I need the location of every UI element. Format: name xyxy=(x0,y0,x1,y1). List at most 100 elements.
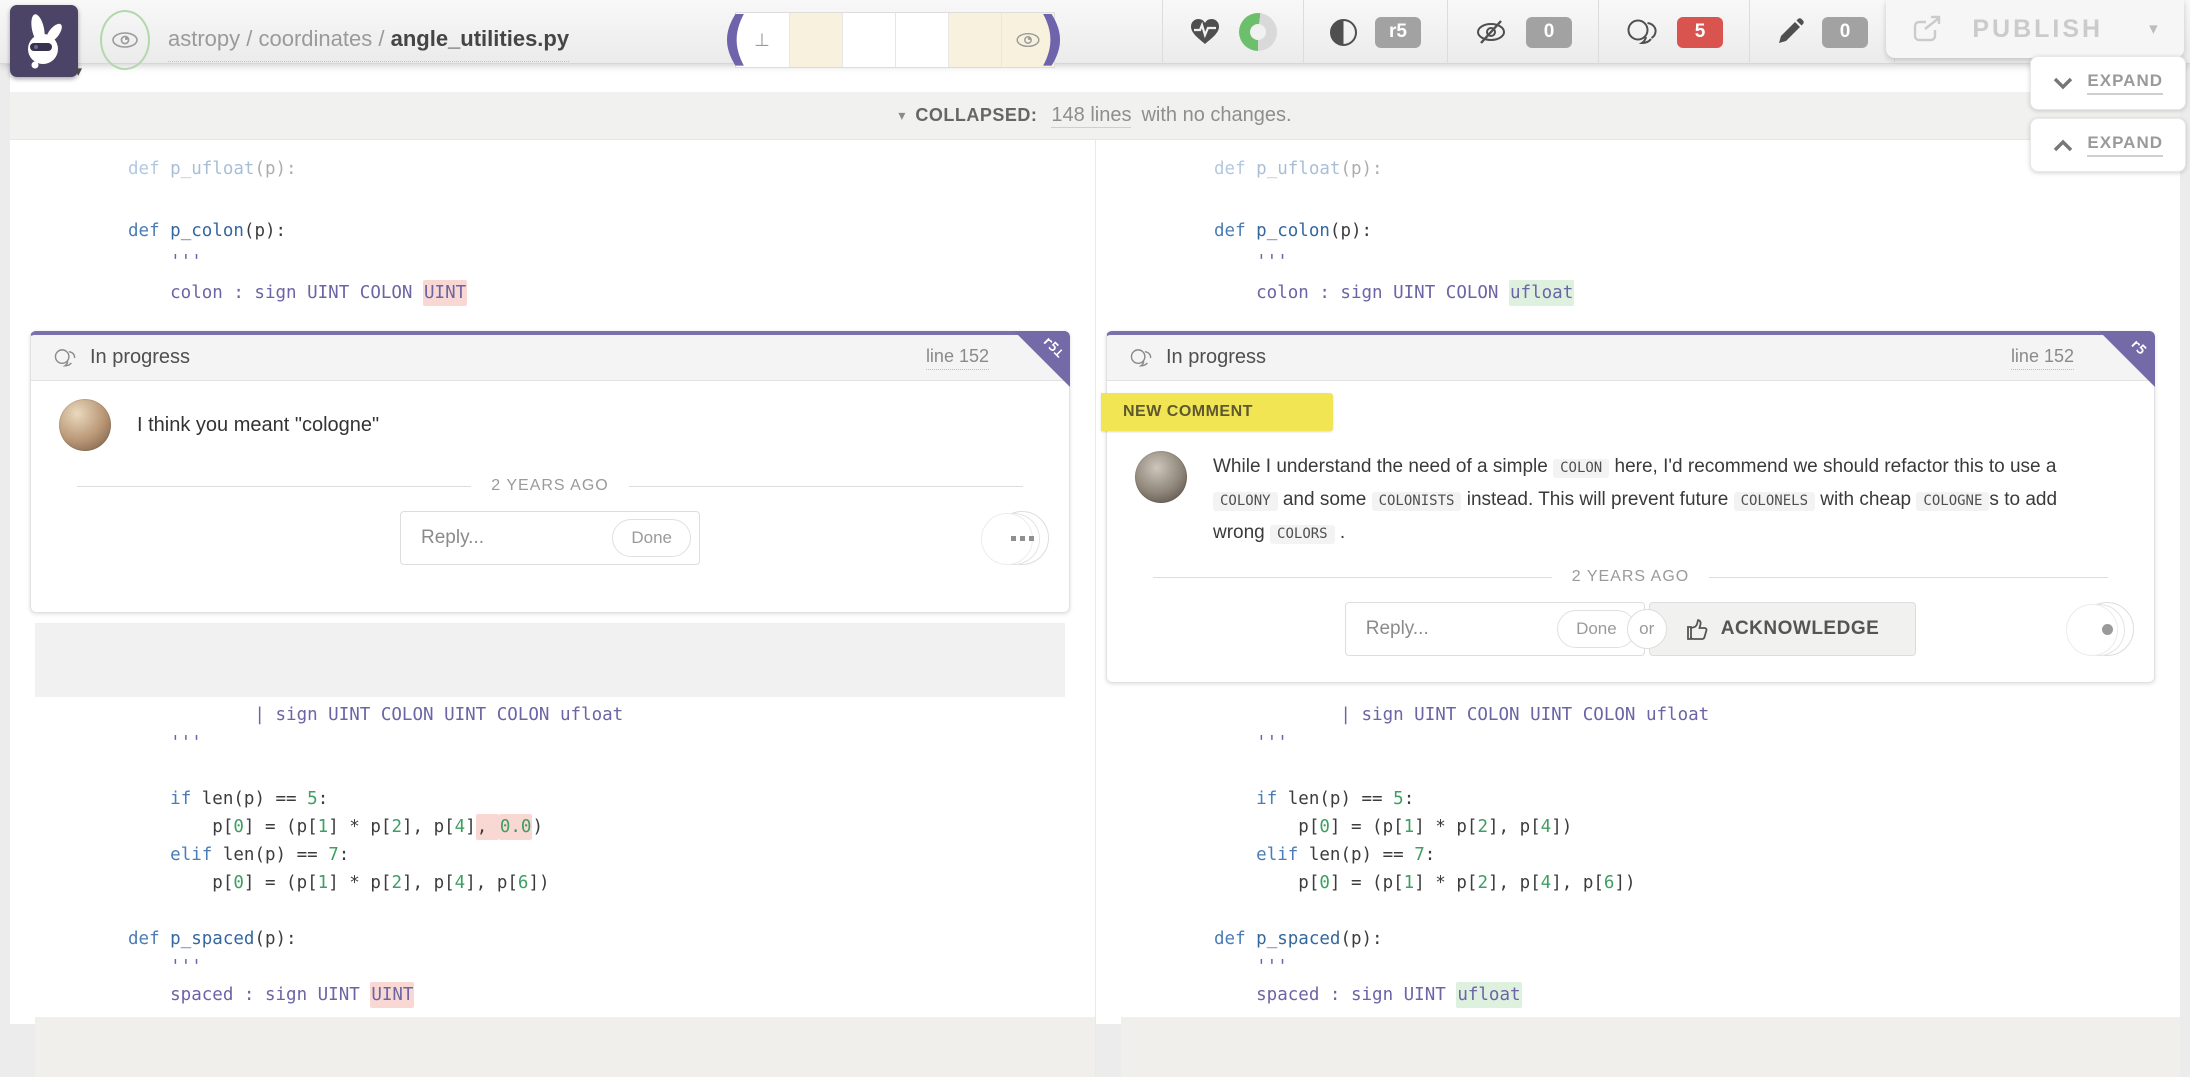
thread-header: In progress line 152 xyxy=(31,335,1069,381)
revision-badge[interactable]: r5 xyxy=(1375,17,1421,48)
review-stats: r5 0 5 xyxy=(1162,0,1895,64)
thread-zone-left: r5⊥ In progress line 152 xyxy=(10,317,1095,697)
ribbon-label: r5 xyxy=(2116,326,2159,369)
reviewable-logo[interactable]: ▾ xyxy=(10,5,78,77)
collapsed-code-region[interactable] xyxy=(1121,1017,2180,1077)
diff-pane-left: def p_ufloat(p): def p_colon(p): ''' col… xyxy=(10,140,1095,1077)
stat-discussions: 5 xyxy=(1598,0,1749,64)
breadcrumb-dir[interactable]: coordinates xyxy=(259,26,373,51)
collapsed-lines-link[interactable]: 148 lines xyxy=(1051,104,1131,128)
collapsed-banner: ▾ COLLAPSED: 148 lines with no changes. xyxy=(10,92,2180,140)
reply-input[interactable] xyxy=(419,526,612,550)
inline-code-chip: COLON xyxy=(1553,459,1609,478)
review-visibility-toggle[interactable] xyxy=(100,10,150,70)
timestamp: 2 YEARS AGO xyxy=(1572,568,1689,586)
matrix-cell-r3[interactable] xyxy=(895,13,948,67)
matrix-close-paren: ) xyxy=(1039,11,1066,65)
revision-ribbon[interactable]: r5 xyxy=(2099,331,2155,387)
collapsed-label: COLLAPSED: xyxy=(915,105,1037,126)
discussions-badge[interactable]: 5 xyxy=(1677,17,1723,48)
matrix-cell-r1[interactable] xyxy=(789,13,842,67)
eye-off-icon[interactable] xyxy=(1474,19,1508,45)
timestamp-divider: 2 YEARS AGO xyxy=(1153,568,2108,586)
reply-input[interactable] xyxy=(1364,617,1557,641)
inline-code-chip: COLONELS xyxy=(1734,492,1815,511)
breadcrumb-separator: / xyxy=(372,26,390,51)
inline-code-chip: COLONISTS xyxy=(1372,492,1462,511)
expand-down-button[interactable]: EXPAND xyxy=(2030,56,2186,110)
comment-bubble-icon xyxy=(53,348,77,368)
matrix-open-paren: ( xyxy=(722,11,749,65)
code-block: def p_ufloat(p): def p_colon(p): ''' col… xyxy=(1096,140,2180,317)
revision-ribbon[interactable]: r5⊥ xyxy=(1014,331,1070,387)
collapsed-code-region[interactable] xyxy=(35,1017,1095,1077)
contrast-icon[interactable] xyxy=(1330,19,1357,46)
avatar xyxy=(1135,451,1187,503)
progress-donut-icon[interactable] xyxy=(1239,13,1277,51)
stat-health xyxy=(1162,0,1303,64)
or-separator[interactable]: or xyxy=(1627,609,1667,649)
thread-status: In progress xyxy=(1166,346,1266,369)
collapsed-code-region[interactable] xyxy=(35,623,1065,697)
breadcrumb-file[interactable]: angle_utilities.py xyxy=(391,26,570,51)
caret-down-icon[interactable]: ▾ xyxy=(2149,19,2158,39)
reply-box: Done xyxy=(400,511,700,565)
line-number-link[interactable]: line 152 xyxy=(2011,346,2074,370)
drafts-badge[interactable]: 0 xyxy=(1822,17,1868,48)
dot-icon xyxy=(2102,624,2113,635)
diff-pane-right: def p_ufloat(p): def p_colon(p): ''' col… xyxy=(1095,140,2180,1077)
thread-zone-right: r5 In progress line 152 NEW COMMENT xyxy=(1096,317,2180,697)
chevron-up-icon xyxy=(2053,139,2073,152)
caret-down-icon[interactable]: ▾ xyxy=(898,107,905,124)
unreviewed-badge[interactable]: 0 xyxy=(1526,17,1572,48)
base-glyph: ⊥ xyxy=(754,30,770,51)
split-diff: def p_ufloat(p): def p_colon(p): ''' col… xyxy=(10,140,2180,1077)
code-block: | sign UINT COLON UINT COLON ufloat ''' … xyxy=(10,697,1095,1009)
discussion-card-left: r5⊥ In progress line 152 xyxy=(30,331,1070,613)
done-button[interactable]: Done xyxy=(612,519,691,557)
discussion-card-right: r5 In progress line 152 NEW COMMENT xyxy=(1106,331,2155,683)
line-number-link[interactable]: line 152 xyxy=(926,346,989,370)
stat-unreviewed: 0 xyxy=(1447,0,1598,64)
comment-row: I think you meant "cologne" xyxy=(31,381,1069,451)
matrix-cells: ⊥ xyxy=(735,12,1055,68)
thread-status: In progress xyxy=(90,346,190,369)
reply-row: Done xyxy=(31,511,1069,565)
comment-text: While I understand the need of a simple … xyxy=(1213,451,2093,550)
comment-row: While I understand the need of a simple … xyxy=(1107,433,2154,550)
expand-label: EXPAND xyxy=(2087,71,2163,95)
stat-drafts: 0 xyxy=(1749,0,1895,64)
breadcrumb-separator: / xyxy=(240,26,258,51)
ribbon-label: r5⊥ xyxy=(1031,326,1074,369)
matrix-cell-r4[interactable] xyxy=(948,13,1001,67)
pencil-icon[interactable] xyxy=(1776,18,1804,46)
disposition-button[interactable] xyxy=(2080,602,2134,656)
acknowledge-button[interactable]: ACKNOWLEDGE xyxy=(1649,602,1917,656)
breadcrumb[interactable]: astropy / coordinates / angle_utilities.… xyxy=(168,26,569,62)
heartbeat-icon[interactable] xyxy=(1189,17,1221,47)
rabbit-logo-icon xyxy=(18,13,70,69)
file-diff-view: ▾ COLLAPSED: 148 lines with no changes. … xyxy=(10,64,2180,1024)
discussion-options-button[interactable] xyxy=(995,511,1049,565)
done-button[interactable]: Done xyxy=(1557,610,1636,648)
comment-bubble-icon xyxy=(1129,348,1153,368)
caret-down-icon[interactable]: ▾ xyxy=(74,62,82,80)
inline-code-chip: COLOGNE xyxy=(1916,492,1989,511)
reply-box: Done xyxy=(1345,602,1645,656)
matrix-cell-r2[interactable] xyxy=(842,13,895,67)
expand-buttons: EXPAND EXPAND xyxy=(2030,56,2186,172)
code-block: def p_ufloat(p): def p_colon(p): ''' col… xyxy=(10,140,1095,317)
breadcrumb-org[interactable]: astropy xyxy=(168,26,240,51)
chat-icon[interactable] xyxy=(1625,18,1659,46)
new-comment-flag: NEW COMMENT xyxy=(1101,393,1333,431)
timestamp-divider: 2 YEARS AGO xyxy=(77,477,1023,495)
publish-label: PUBLISH xyxy=(1972,15,2103,44)
expand-up-button[interactable]: EXPAND xyxy=(2030,118,2186,172)
thread-header: In progress line 152 xyxy=(1107,335,2154,381)
publish-button[interactable]: PUBLISH ▾ xyxy=(1886,0,2184,58)
thumbs-up-icon xyxy=(1686,617,1708,641)
acknowledge-label: ACKNOWLEDGE xyxy=(1721,618,1880,640)
inline-code-chip: COLONY xyxy=(1213,492,1278,511)
ellipsis-icon xyxy=(1011,536,1034,541)
top-toolbar: ▾ astropy / coordinates / angle_utilitie… xyxy=(0,0,2190,64)
